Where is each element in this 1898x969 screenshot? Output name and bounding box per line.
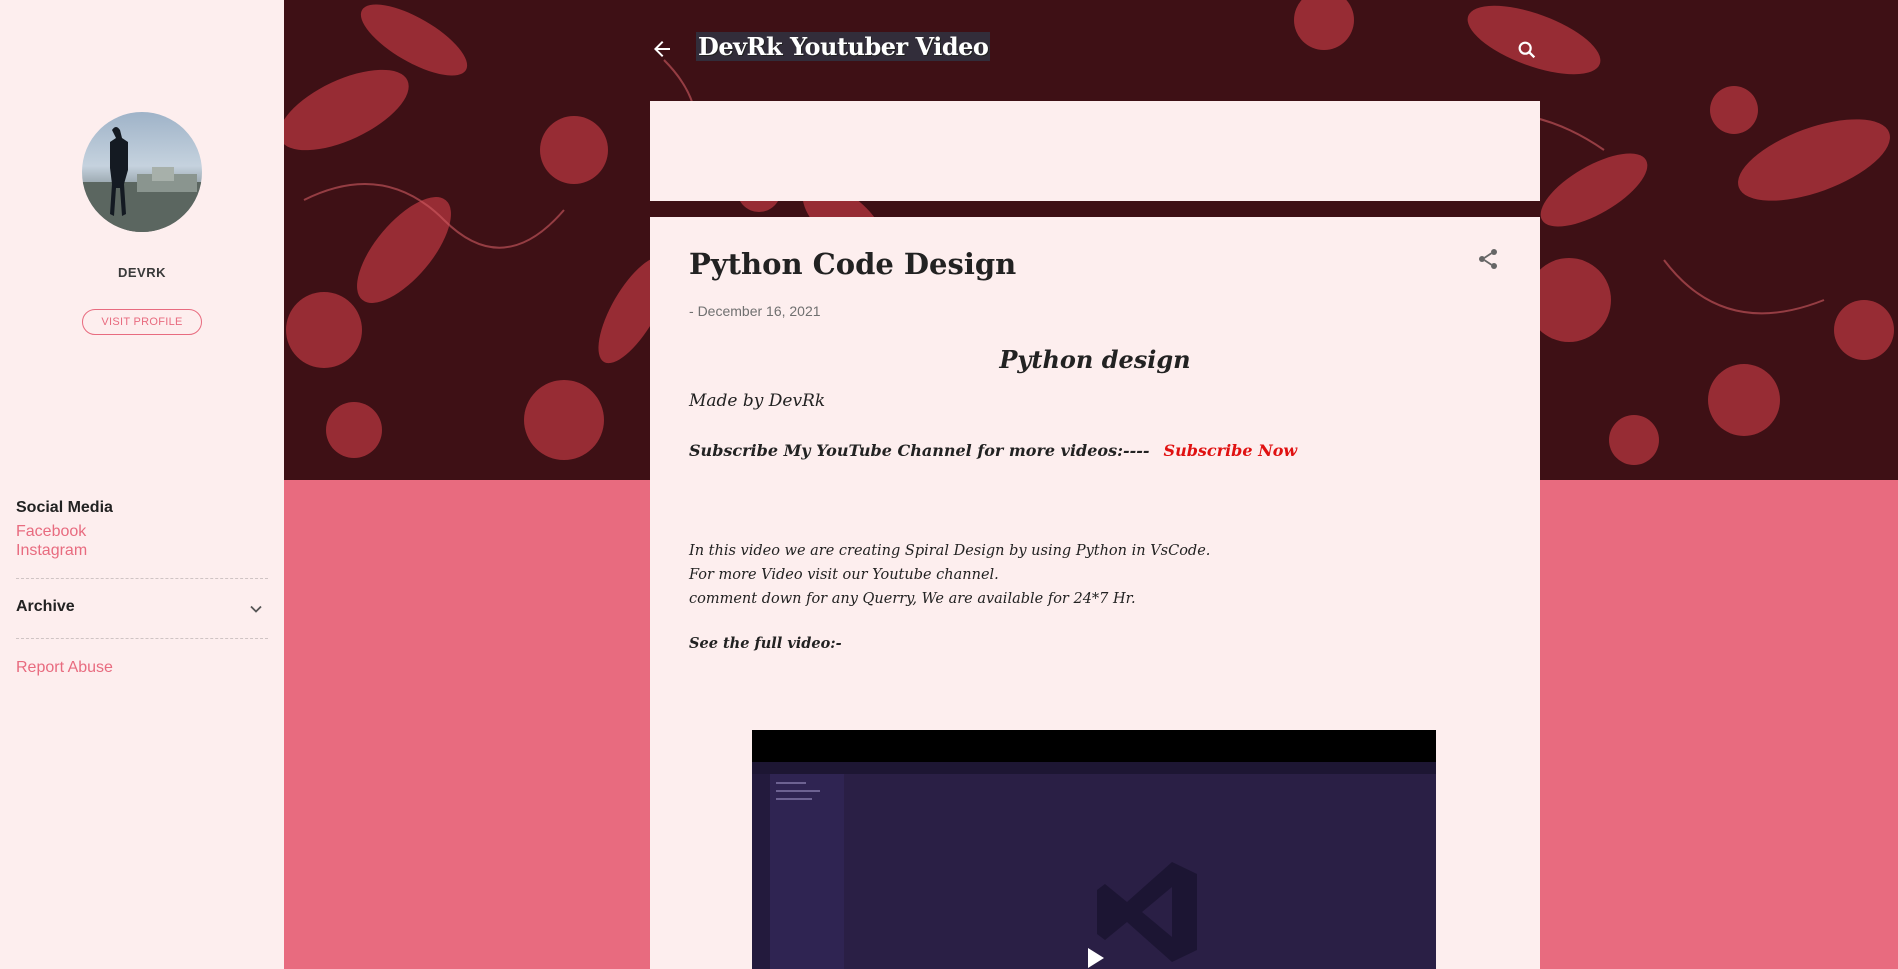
chevron-down-icon[interactable] [248,601,264,617]
avatar[interactable] [82,112,202,232]
explorer-line [776,790,820,792]
ad-placeholder [650,101,1540,201]
profile-name: DEVRK [117,265,166,280]
explorer-line [776,798,812,800]
search-icon[interactable] [1516,39,1538,61]
blog-title[interactable]: DevRk Youtuber Video [696,32,991,61]
sidebar: DEVRK VISIT PROFILE Social Media Faceboo… [0,0,284,969]
date-prefix: - [689,303,698,319]
report-abuse-link[interactable]: Report Abuse [16,659,113,677]
social-media-title: Social Media [16,499,113,516]
post-card: Python Code Design - December 16, 2021 P… [650,217,1540,969]
play-icon[interactable] [1082,945,1108,969]
date-text: December 16, 2021 [697,303,821,319]
description-line: For more Video visit our Youtube channel… [689,567,999,583]
instagram-link[interactable]: Instagram [16,542,87,560]
video-thumbnail [752,762,1436,969]
editor-activity-bar [752,774,770,969]
divider [16,638,268,639]
facebook-link[interactable]: Facebook [16,523,86,541]
post-heading: Python design [999,345,1191,374]
arrow-back-icon[interactable] [650,37,674,61]
subscribe-now-link[interactable]: Subscribe Now [1164,441,1298,460]
share-icon[interactable] [1476,247,1500,271]
see-full-video-text: See the full video:- [689,635,842,652]
visit-profile-button[interactable]: VISIT PROFILE [82,309,202,335]
description-line: In this video we are creating Spiral Des… [689,543,1211,559]
archive-title[interactable]: Archive [16,598,75,616]
description-line: comment down for any Querry, We are avai… [689,591,1136,607]
editor-titlebar [752,762,1436,774]
divider [16,578,268,579]
explorer-line [776,782,806,784]
video-player[interactable] [752,730,1436,969]
post-date[interactable]: - December 16, 2021 [689,303,821,319]
post-title[interactable]: Python Code Design [689,247,1016,281]
made-by-text: Made by DevRk [689,391,826,411]
post-description: In this video we are creating Spiral Des… [689,539,1210,611]
subscribe-text: Subscribe My YouTube Channel for more vi… [689,441,1150,460]
subscribe-line: Subscribe My YouTube Channel for more vi… [689,441,1297,460]
editor-explorer [770,774,844,969]
